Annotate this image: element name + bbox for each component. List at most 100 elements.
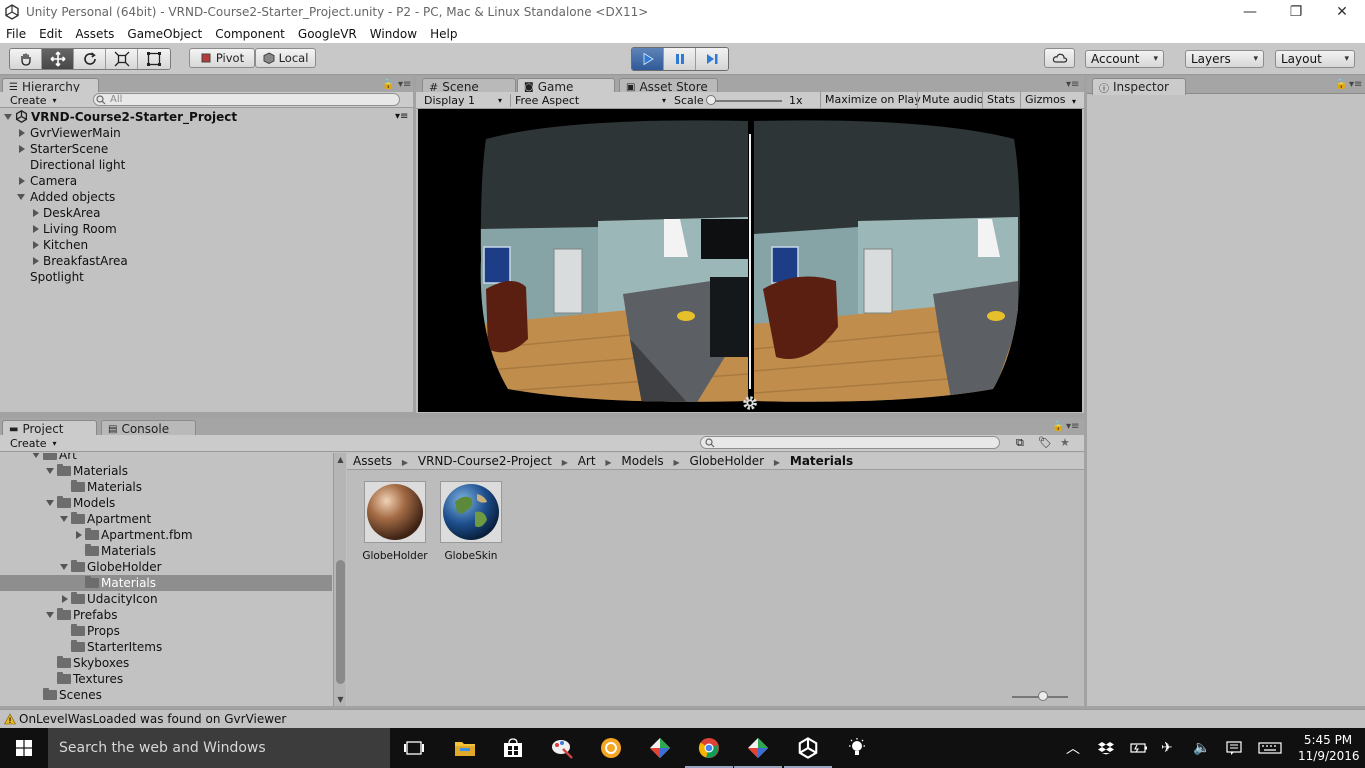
status-bar[interactable]: OnLevelWasLoaded was found on GvrViewer [0,709,1365,728]
menu-edit[interactable]: Edit [33,27,69,41]
expand-arrow-icon[interactable] [4,114,12,120]
expand-arrow-icon[interactable] [19,145,25,153]
maximize-button[interactable]: ❐ [1273,0,1319,24]
breadcrumb-item[interactable]: Assets [353,454,392,468]
expand-arrow-icon[interactable] [19,177,25,185]
local-toggle[interactable]: Local [255,48,316,68]
expand-arrow-icon[interactable] [33,209,39,217]
filter-by-label-icon[interactable]: 🏷 [1038,436,1052,449]
filter-by-type-icon[interactable]: ⧉ [1016,436,1024,450]
favorite-star-icon[interactable]: ★ [1060,436,1070,449]
tree-row[interactable]: Materials [0,463,332,479]
gizmos-dropdown[interactable]: Gizmos [1020,92,1076,110]
tree-row[interactable]: Props [0,623,332,639]
breadcrumb-item[interactable]: VRND-Course2-Project [418,454,552,468]
breadcrumb-current[interactable]: Materials [790,454,853,468]
project-create-dropdown[interactable]: Create [10,437,57,450]
pause-button[interactable] [664,48,696,70]
tree-row[interactable]: GlobeHolder [0,559,332,575]
panel-menu-icon[interactable]: ▾≡ [1066,421,1079,432]
hand-tool-button[interactable] [10,49,42,69]
unity-taskbar-icon[interactable] [784,736,832,768]
airplane-mode-tray-icon[interactable]: ✈ [1161,728,1173,768]
expand-arrow-icon[interactable] [33,241,39,249]
tree-row[interactable]: Skyboxes [0,655,332,671]
menu-window[interactable]: Window [364,27,424,41]
menu-googlevr[interactable]: GoogleVR [292,27,364,41]
tree-row[interactable]: StarterItems [0,639,332,655]
breadcrumb-item[interactable]: GlobeHolder [689,454,764,468]
collapse-arrow-icon[interactable] [17,194,25,200]
tree-row[interactable]: Apartment.fbm [0,527,332,543]
volume-tray-icon[interactable]: 🔈 [1193,728,1210,768]
scroll-down-icon[interactable]: ▼ [334,695,347,704]
lock-icon[interactable]: 🔒 [1052,421,1064,432]
collapse-arrow-icon[interactable] [46,612,54,618]
asset-thumb-globeholder[interactable] [364,481,426,543]
layers-dropdown[interactable]: Layers [1185,50,1264,68]
expand-arrow-icon[interactable] [33,257,39,265]
close-button[interactable]: ✕ [1319,0,1365,24]
taskbar-search-box[interactable]: Search the web and Windows [48,728,390,768]
scene-menu-icon[interactable]: ▾≡ [395,109,408,125]
expand-arrow-icon[interactable] [33,225,39,233]
store-icon[interactable] [501,736,525,760]
stats-toggle[interactable]: Stats [982,92,1019,108]
expand-arrow-icon[interactable] [19,129,25,137]
collapse-arrow-icon[interactable] [60,564,68,570]
lock-icon[interactable]: 🔒 [382,79,394,90]
tree-row[interactable]: Models [0,495,332,511]
scale-tool-button[interactable] [106,49,138,69]
menu-help[interactable]: Help [424,27,464,41]
collapse-arrow-icon[interactable] [32,453,40,458]
hierarchy-create-dropdown[interactable]: Create [10,94,57,107]
expand-arrow-icon[interactable] [62,595,68,603]
scene-root-row[interactable]: VRND-Course2-Starter_Project ▾≡ [4,109,409,125]
action-center-tray-icon[interactable] [1226,728,1242,768]
paint-app-icon[interactable] [550,736,574,760]
scroll-up-icon[interactable]: ▲ [334,455,347,464]
collapse-arrow-icon[interactable] [60,516,68,522]
tree-row[interactable]: Apartment [0,511,332,527]
panel-menu-icon[interactable]: ▾≡ [398,79,411,90]
asset-label[interactable]: GlobeHolder [357,550,433,562]
hierarchy-search-input[interactable]: All [93,93,400,106]
tree-row[interactable]: UdacityIcon [0,591,332,607]
asset-thumb-globeskin[interactable] [440,481,502,543]
taskbar-clock[interactable]: 5:45 PM 11/9/2016 [1298,732,1360,764]
task-view-icon[interactable] [402,736,426,760]
menu-assets[interactable]: Assets [69,27,121,41]
aspect-dropdown[interactable]: Free Aspect [510,94,666,107]
game-viewport[interactable] [418,109,1082,412]
panel-menu-icon[interactable]: ▾≡ [1066,79,1079,90]
tree-row[interactable]: Art [0,453,332,463]
chrome-icon[interactable] [685,736,733,768]
dropbox-tray-icon[interactable] [1098,728,1114,768]
play-button[interactable] [632,48,664,70]
display-dropdown[interactable]: Display 1 [424,94,502,107]
tree-row[interactable]: Scenes [0,687,332,703]
tree-row[interactable]: Textures [0,671,332,687]
pivot-toggle[interactable]: Pivot [189,48,255,68]
maximize-on-play-toggle[interactable]: Maximize on Play [820,92,925,108]
mute-audio-toggle[interactable]: Mute audio [917,92,988,108]
expand-arrow-icon[interactable] [76,531,82,539]
file-explorer-icon[interactable] [453,736,477,760]
step-button[interactable] [696,48,728,70]
show-hidden-icons[interactable]: ︿ [1066,728,1080,768]
collapse-arrow-icon[interactable] [46,500,54,506]
tips-lightbulb-icon[interactable] [845,736,869,760]
tree-scrollbar[interactable]: ▲ ▼ [333,453,346,706]
minimize-button[interactable]: — [1227,0,1273,24]
project-search-input[interactable] [700,436,1000,449]
lock-icon[interactable]: 🔒 [1335,79,1347,90]
rect-tool-button[interactable] [138,49,170,69]
tree-row[interactable]: Materials [0,543,332,559]
tree-row-selected[interactable]: Materials [0,575,332,591]
tree-scroll-thumb[interactable] [336,560,345,684]
layout-dropdown[interactable]: Layout [1275,50,1355,68]
move-tool-button[interactable] [42,49,74,69]
asset-label[interactable]: GlobeSkin [433,550,509,562]
tab-inspector[interactable]: ⓘ Inspector [1092,78,1186,95]
scale-slider-thumb[interactable] [706,95,716,105]
